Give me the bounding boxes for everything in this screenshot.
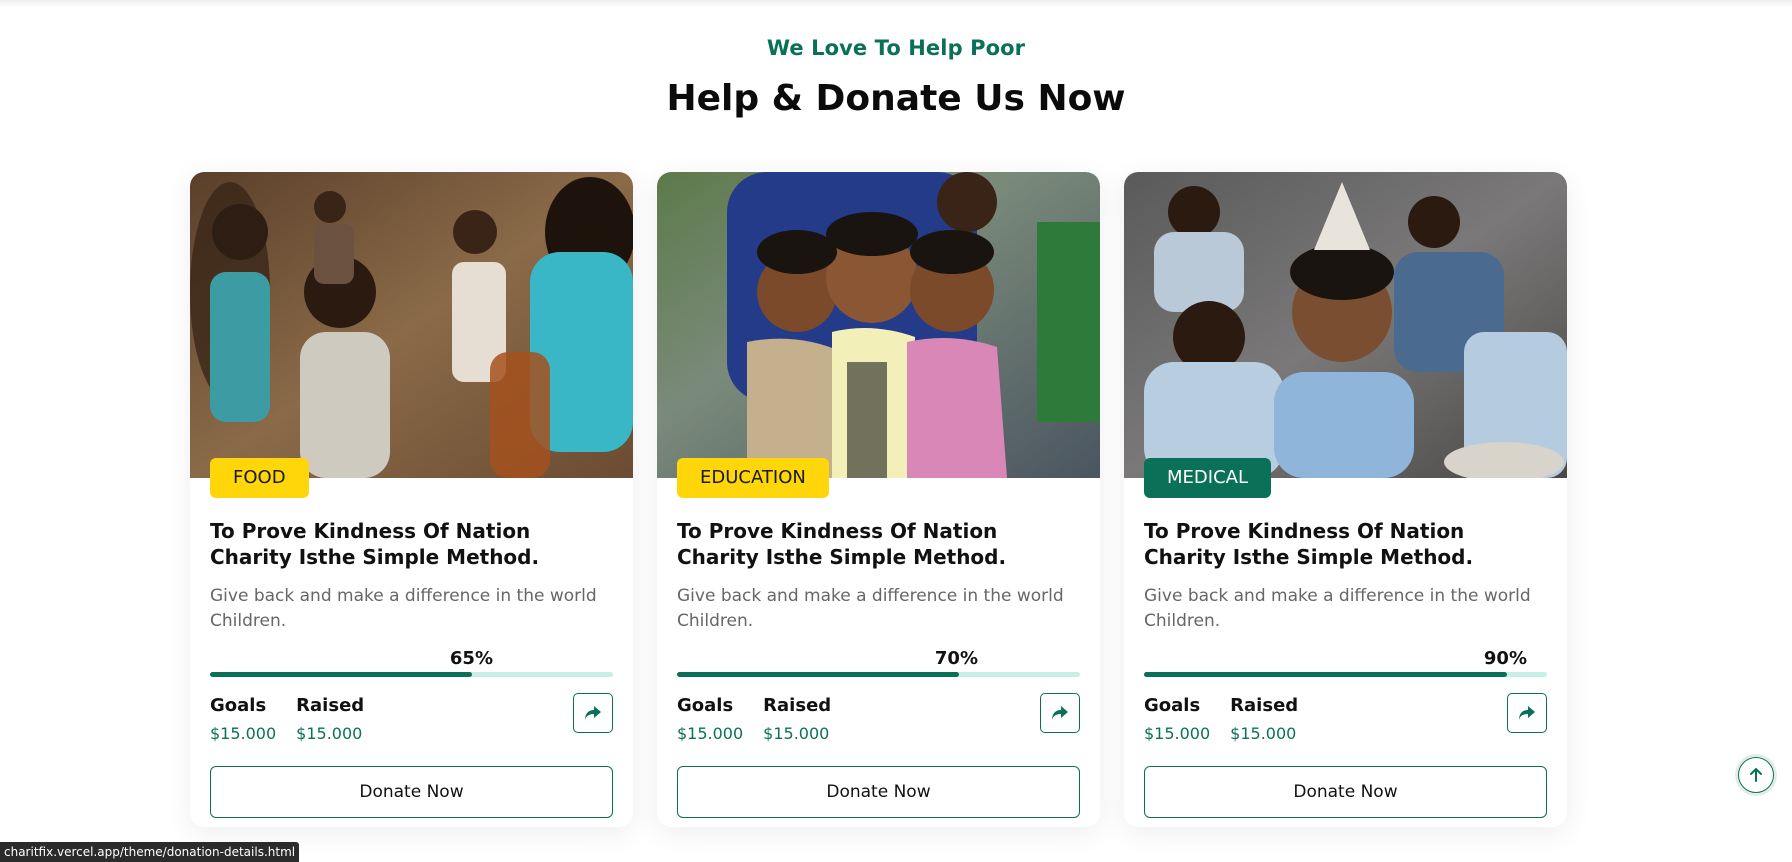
- donate-now-button[interactable]: Donate Now: [1144, 766, 1547, 818]
- card-description: Give back and make a difference in the w…: [210, 586, 597, 631]
- progress-track: [677, 672, 1080, 677]
- section-subtitle: We Love To Help Poor: [766, 36, 1026, 60]
- category-tag[interactable]: MEDICAL: [1144, 458, 1271, 498]
- progress-percent: 65%: [449, 648, 493, 669]
- category-tag[interactable]: FOOD: [210, 458, 309, 498]
- goals-label: Goals: [1144, 695, 1201, 716]
- share-button[interactable]: [573, 693, 613, 733]
- card-title[interactable]: To Prove Kindness Of Nation Charity Isth…: [677, 518, 1080, 570]
- donation-cards: FOOD To Prove Kindness Of Nation Charity…: [190, 172, 1567, 827]
- scroll-to-top-button[interactable]: [1738, 757, 1774, 793]
- top-divider: [0, 0, 1792, 8]
- share-button[interactable]: [1040, 693, 1080, 733]
- goals-stat: Goals $15.000: [210, 695, 276, 743]
- progress-percent: 70%: [934, 648, 978, 669]
- progress-fill: [1144, 672, 1507, 677]
- status-bar-url: charitfix.vercel.app/theme/donation-deta…: [0, 842, 300, 862]
- raised-label: Raised: [1230, 695, 1299, 716]
- raised-stat: Raised $15.000: [296, 695, 364, 743]
- share-arrow-icon: [1052, 706, 1068, 720]
- donation-card-food: FOOD To Prove Kindness Of Nation Charity…: [190, 172, 633, 827]
- donation-stats: Goals $15.000 Raised $15.000: [1144, 693, 1547, 747]
- goals-value: $15.000: [677, 724, 744, 743]
- card-image-food[interactable]: [190, 172, 633, 478]
- progress-fill: [677, 672, 960, 677]
- card-image-medical[interactable]: [1124, 172, 1567, 478]
- card-title[interactable]: To Prove Kindness Of Nation Charity Isth…: [1144, 518, 1547, 570]
- raised-value: $15.000: [1230, 724, 1297, 743]
- category-tag[interactable]: EDUCATION: [677, 458, 829, 498]
- donation-card-education: EDUCATION To Prove Kindness Of Nation Ch…: [657, 172, 1100, 827]
- arrow-up-icon: [1750, 768, 1762, 782]
- donation-card-medical: MEDICAL To Prove Kindness Of Nation Char…: [1124, 172, 1567, 827]
- progress-bar: 65%: [210, 648, 613, 677]
- goals-value: $15.000: [1144, 724, 1211, 743]
- progress-fill: [210, 672, 472, 677]
- goals-stat: Goals $15.000: [677, 695, 743, 743]
- card-image-education[interactable]: [657, 172, 1100, 478]
- progress-percent: 90%: [1483, 648, 1527, 669]
- section-title: Help & Donate Us Now: [666, 78, 1126, 119]
- progress-bar: 70%: [677, 648, 1080, 677]
- goals-label: Goals: [210, 695, 267, 716]
- share-button[interactable]: [1507, 693, 1547, 733]
- progress-track: [210, 672, 613, 677]
- goals-stat: Goals $15.000: [1144, 695, 1210, 743]
- raised-value: $15.000: [763, 724, 830, 743]
- raised-value: $15.000: [296, 724, 363, 743]
- share-arrow-icon: [585, 706, 601, 720]
- raised-label: Raised: [763, 695, 832, 716]
- raised-stat: Raised $15.000: [1230, 695, 1298, 743]
- section-header: We Love To Help Poor Help & Donate Us No…: [0, 36, 1792, 119]
- card-description: Give back and make a difference in the w…: [677, 586, 1064, 631]
- progress-bar: 90%: [1144, 648, 1547, 677]
- goals-label: Goals: [677, 695, 734, 716]
- progress-track: [1144, 672, 1547, 677]
- share-arrow-icon: [1519, 706, 1535, 720]
- card-title[interactable]: To Prove Kindness Of Nation Charity Isth…: [210, 518, 613, 570]
- donation-stats: Goals $15.000 Raised $15.000: [677, 693, 1080, 747]
- goals-value: $15.000: [210, 724, 277, 743]
- donation-stats: Goals $15.000 Raised $15.000: [210, 693, 613, 747]
- card-description: Give back and make a difference in the w…: [1144, 586, 1531, 631]
- donate-now-button[interactable]: Donate Now: [210, 766, 613, 818]
- raised-label: Raised: [296, 695, 365, 716]
- donate-now-button[interactable]: Donate Now: [677, 766, 1080, 818]
- raised-stat: Raised $15.000: [763, 695, 831, 743]
